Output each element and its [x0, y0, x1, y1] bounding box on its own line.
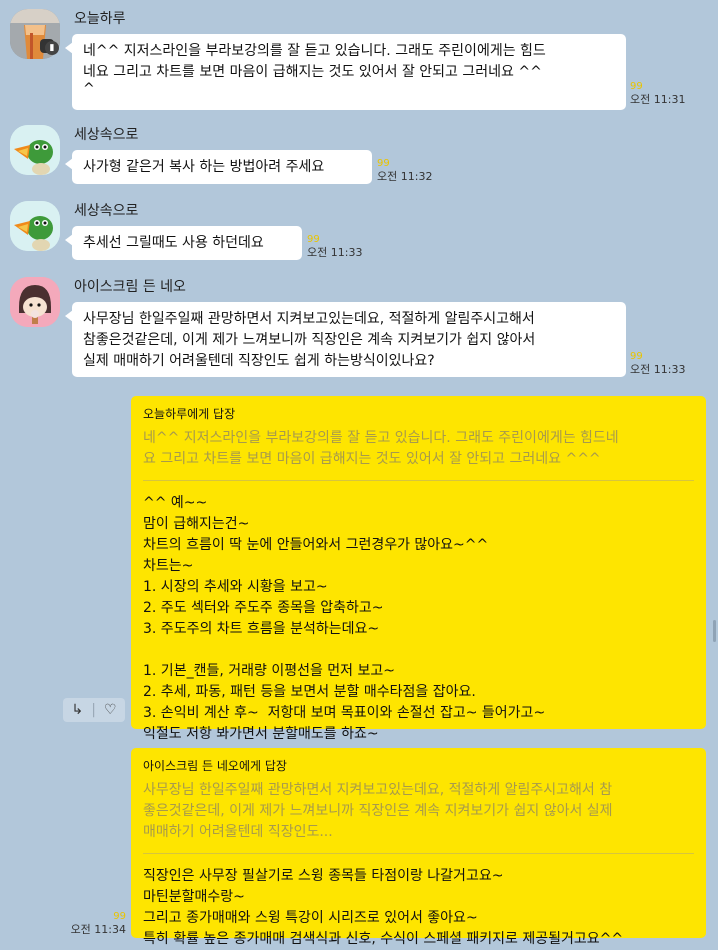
- body-line: 2. 추세, 파동, 패턴 등을 보면서 분할 매수타점을 잡아요.: [143, 684, 476, 700]
- message-line: 실제 매매하기 어려울텐데 직장인도 쉽게 하는방식이있나요?: [83, 353, 435, 369]
- message-bubble[interactable]: 추세선 그릴때도 사용 하던데요: [65, 226, 302, 260]
- reply-target: 오늘하루에게 답장: [143, 407, 236, 421]
- body-line: ^^ 예~~: [143, 495, 208, 511]
- message-meta: 99 오전 11:33: [630, 350, 685, 376]
- message-bubble[interactable]: 사가형 같은거 복사 하는 방법아려 주세요: [65, 150, 372, 184]
- timestamp: 오전 11:33: [307, 246, 363, 259]
- reply-target: 아이스크림 든 네오에게 답장: [143, 759, 287, 773]
- message-actions: ↳ | ♡: [63, 698, 125, 722]
- message-line: 네요 그리고 차트를 보면 마음이 급해지는 것도 있어서 잘 안되고 그러네요…: [83, 64, 542, 80]
- body-line: 그리고 종가매매와 스윙 특강이 시리즈로 있어서 좋아요~: [143, 910, 478, 926]
- dino-character-icon: [10, 125, 60, 175]
- avatar[interactable]: [10, 125, 60, 175]
- body-line: 마틴분할매수랑~: [143, 889, 245, 905]
- body-line: 1. 시장의 추세와 시황을 보고~: [143, 579, 328, 595]
- sender-name: 세상속으로: [74, 203, 139, 219]
- avatar[interactable]: [10, 201, 60, 251]
- action-separator: |: [91, 702, 96, 718]
- message-line: 사무장님 한일주일째 관망하면서 지켜보고있는데요, 적절하게 알림주시고해서: [83, 311, 535, 327]
- avatar[interactable]: [10, 277, 60, 327]
- unread-count: 99: [630, 81, 643, 92]
- message-line: 사가형 같은거 복사 하는 방법아려 주세요: [83, 159, 325, 175]
- timestamp: 오전 11:32: [377, 170, 433, 183]
- message-bubble[interactable]: 네^^ 지저스라인을 부라보강의를 잘 듣고 있습니다. 그래도 주린이에게는 …: [65, 34, 626, 110]
- body-line: 1. 기본_캔들, 거래량 이평선을 먼저 보고~: [143, 663, 395, 679]
- unread-count: 99: [113, 911, 126, 922]
- message-line: ^: [83, 81, 95, 97]
- timestamp: 오전 11:34: [70, 923, 126, 936]
- timestamp: 오전 11:33: [630, 363, 686, 376]
- body-line: 직장인은 사무장 필살기로 스윙 종목들 타점이랑 나갈거고요~: [143, 868, 504, 884]
- quoted-line: 사무장님 한일주일째 관망하면서 지켜보고있는데요, 적절하게 알림주시고해서 …: [143, 782, 613, 798]
- reply-bubble[interactable]: 오늘하루에게 답장 네^^ 지저스라인을 부라보강의를 잘 듣고 있습니다. 그…: [131, 396, 706, 742]
- message-bubble[interactable]: 사무장님 한일주일째 관망하면서 지켜보고있는데요, 적절하게 알림주시고해서 …: [65, 302, 626, 377]
- body-line: 2. 주도 섹터와 주도주 종목을 압축하고~: [143, 600, 384, 616]
- unread-count: 99: [377, 158, 390, 169]
- body-line: 특히 확률 높은 종가매매 검색식과 신호, 수식이 스페셜 패키지로 제공될거…: [143, 931, 624, 947]
- body-line: 맘이 급해지는건~: [143, 516, 250, 532]
- message-meta: 99 오전 11:31: [630, 80, 685, 106]
- body-line: [143, 640, 694, 661]
- message-meta: 99 오전 11:34: [64, 910, 126, 936]
- reply-bubble[interactable]: 아이스크림 든 네오에게 답장 사무장님 한일주일째 관망하면서 지켜보고있는데…: [131, 748, 706, 947]
- sender-name: 오늘하루: [74, 11, 126, 27]
- message-line: 추세선 그릴때도 사용 하던데요: [83, 235, 264, 251]
- scrollbar-thumb[interactable]: [713, 620, 716, 642]
- body-line: 3. 손익비 계산 후~ 저항대 보며 목표이와 손절선 잡고~ 들어가고~: [143, 705, 546, 721]
- quoted-line: 네^^ 지저스라인을 부라보강의를 잘 듣고 있습니다. 그래도 주린이에게는 …: [143, 430, 619, 446]
- reply-divider: [143, 480, 694, 481]
- quoted-line: 좋은것같은데, 이게 제가 느껴보니까 직장인은 계속 지켜보기가 쉽지 않아서…: [143, 803, 613, 819]
- message-line: 네^^ 지저스라인을 부라보강의를 잘 듣고 있습니다. 그래도 주린이에게는 …: [83, 43, 546, 59]
- unread-count: 99: [630, 351, 643, 362]
- profile-badge-icon: ▮: [45, 41, 59, 55]
- body-line: 차트의 흐름이 딱 눈에 안들어와서 그런경우가 많아요~^^: [143, 537, 489, 553]
- dino-character-icon: [10, 201, 60, 251]
- sender-name: 아이스크림 든 네오: [74, 279, 186, 295]
- timestamp: 오전 11:31: [630, 93, 686, 106]
- quoted-line: 요 그리고 차트를 보면 마음이 급해지는 것도 있어서 잘 안되고 그러네요 …: [143, 451, 601, 467]
- neo-character-icon: [10, 277, 60, 327]
- message-meta: 99 오전 11:32: [377, 157, 432, 183]
- heart-icon[interactable]: ♡: [104, 702, 117, 718]
- message-line: 참좋은것같은데, 이게 제가 느껴보니까 직장인은 계속 지켜보기가 쉽지 않아…: [83, 332, 536, 348]
- reply-arrow-icon[interactable]: ↳: [71, 702, 83, 718]
- message-meta: 99 오전 11:33: [307, 233, 362, 259]
- unread-count: 99: [307, 234, 320, 245]
- reply-divider: [143, 853, 694, 854]
- quoted-line: 매매하기 어려울텐데 직장인도...: [143, 824, 333, 840]
- body-line: 익절도 저항 봐가면서 분할매도를 하죠~: [143, 726, 379, 742]
- body-line: 차트는~: [143, 558, 194, 574]
- body-line: 3. 주도주의 차트 흐름을 분석하는데요~: [143, 621, 380, 637]
- sender-name: 세상속으로: [74, 127, 139, 143]
